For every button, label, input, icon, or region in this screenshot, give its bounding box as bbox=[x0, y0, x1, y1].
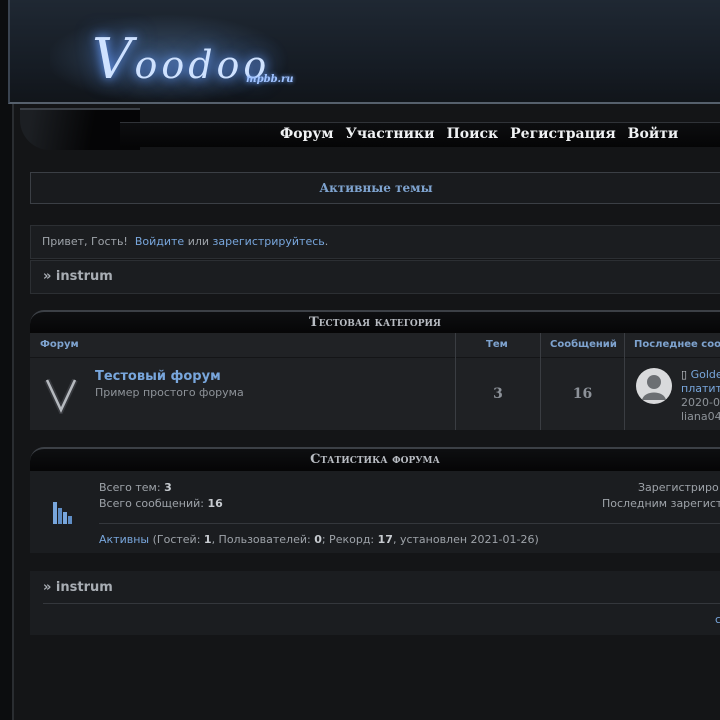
last-post-user: liana04 bbox=[681, 410, 720, 423]
stats-divider bbox=[99, 523, 720, 524]
col-topics: Тем bbox=[486, 339, 508, 350]
greeting-text: Привет, Гость! bbox=[42, 235, 128, 248]
bottom-link[interactable]: c bbox=[715, 613, 720, 626]
logo-subtitle: mpbb.ru bbox=[246, 74, 294, 85]
col-last-post: Последнее соо bbox=[634, 339, 720, 350]
category-title[interactable]: Тестовая категория bbox=[30, 310, 720, 334]
stats-panel: Всего тем: 3 Всего сообщений: 16 Зарегис… bbox=[30, 471, 720, 553]
last-post-title: Golde bbox=[690, 368, 720, 381]
stats-topics-label: Всего тем: bbox=[99, 481, 161, 494]
bottom-breadcrumb-panel: » instrum c bbox=[30, 571, 720, 635]
site-logo[interactable]: Voodoo bbox=[92, 30, 270, 95]
last-post-link[interactable]: ▯ Golde bbox=[681, 368, 720, 381]
greeting-bar: Привет, Гость! Войдите или зарегистрируй… bbox=[30, 225, 720, 259]
online-record-value: 17 bbox=[377, 533, 393, 546]
online-guests-label: (Гостей: bbox=[152, 533, 201, 546]
logo-letter: V bbox=[92, 27, 135, 92]
nav-login[interactable]: Войти bbox=[628, 126, 679, 142]
last-post-title-line2[interactable]: платит bbox=[681, 382, 720, 395]
nav-search[interactable]: Поиск bbox=[447, 126, 499, 142]
online-link[interactable]: Активны bbox=[99, 533, 149, 546]
stats-posts-label: Всего сообщений: bbox=[99, 497, 204, 510]
online-record-date: , установлен 2021-01-26) bbox=[392, 533, 539, 546]
stats-chart-icon bbox=[52, 498, 74, 528]
greeting-end: . bbox=[324, 235, 329, 248]
nav-members[interactable]: Участники bbox=[346, 126, 435, 142]
forum-v-icon bbox=[44, 376, 78, 418]
stats-last-registered: Последним зарегист bbox=[602, 497, 720, 510]
user-avatar-icon[interactable] bbox=[636, 368, 672, 404]
forum-title-link[interactable]: Тестовый форум bbox=[95, 369, 221, 384]
stats-total-topics: Всего тем: 3 bbox=[99, 481, 172, 494]
stats-posts-value: 16 bbox=[207, 497, 223, 510]
online-record-label: ; Рекорд: bbox=[321, 533, 375, 546]
greeting-or: или bbox=[187, 235, 210, 248]
col-posts: Сообщений bbox=[550, 339, 617, 350]
stats-topics-value: 3 bbox=[164, 481, 172, 494]
nav-forum[interactable]: Форум bbox=[280, 126, 334, 142]
active-topics-link[interactable]: Активные темы bbox=[30, 172, 720, 204]
nav-links: Форум Участники Поиск Регистрация Войти bbox=[280, 126, 678, 142]
stats-online-line: Активны (Гостей: 1, Пользователей: 0; Ре… bbox=[99, 533, 539, 546]
forum-columns-header: Форум Тем Сообщений Последнее соо bbox=[30, 333, 720, 357]
stats-total-posts: Всего сообщений: 16 bbox=[99, 497, 223, 510]
bottom-divider bbox=[43, 603, 720, 604]
forum-description: Пример простого форума bbox=[95, 386, 244, 399]
login-link[interactable]: Войдите bbox=[135, 235, 184, 248]
online-guests-value: 1 bbox=[203, 533, 212, 546]
online-users-value: 0 bbox=[314, 533, 322, 546]
online-users-label: , Пользователей: bbox=[211, 533, 311, 546]
forum-post-count: 16 bbox=[572, 386, 593, 402]
breadcrumb[interactable]: » instrum bbox=[30, 260, 720, 294]
register-link[interactable]: зарегистрируйтесь bbox=[213, 235, 325, 248]
col-forum: Форум bbox=[40, 339, 79, 350]
bottom-breadcrumb[interactable]: » instrum bbox=[43, 580, 113, 595]
column-divider bbox=[624, 333, 625, 430]
nav-register[interactable]: Регистрация bbox=[510, 126, 616, 142]
stats-title: Статистика форума bbox=[30, 447, 720, 471]
forum-topic-count: 3 bbox=[493, 386, 503, 402]
last-post-date: 2020-0 bbox=[681, 396, 720, 409]
stats-registered: Зарегистриро bbox=[638, 481, 719, 494]
document-icon: ▯ bbox=[681, 368, 688, 381]
